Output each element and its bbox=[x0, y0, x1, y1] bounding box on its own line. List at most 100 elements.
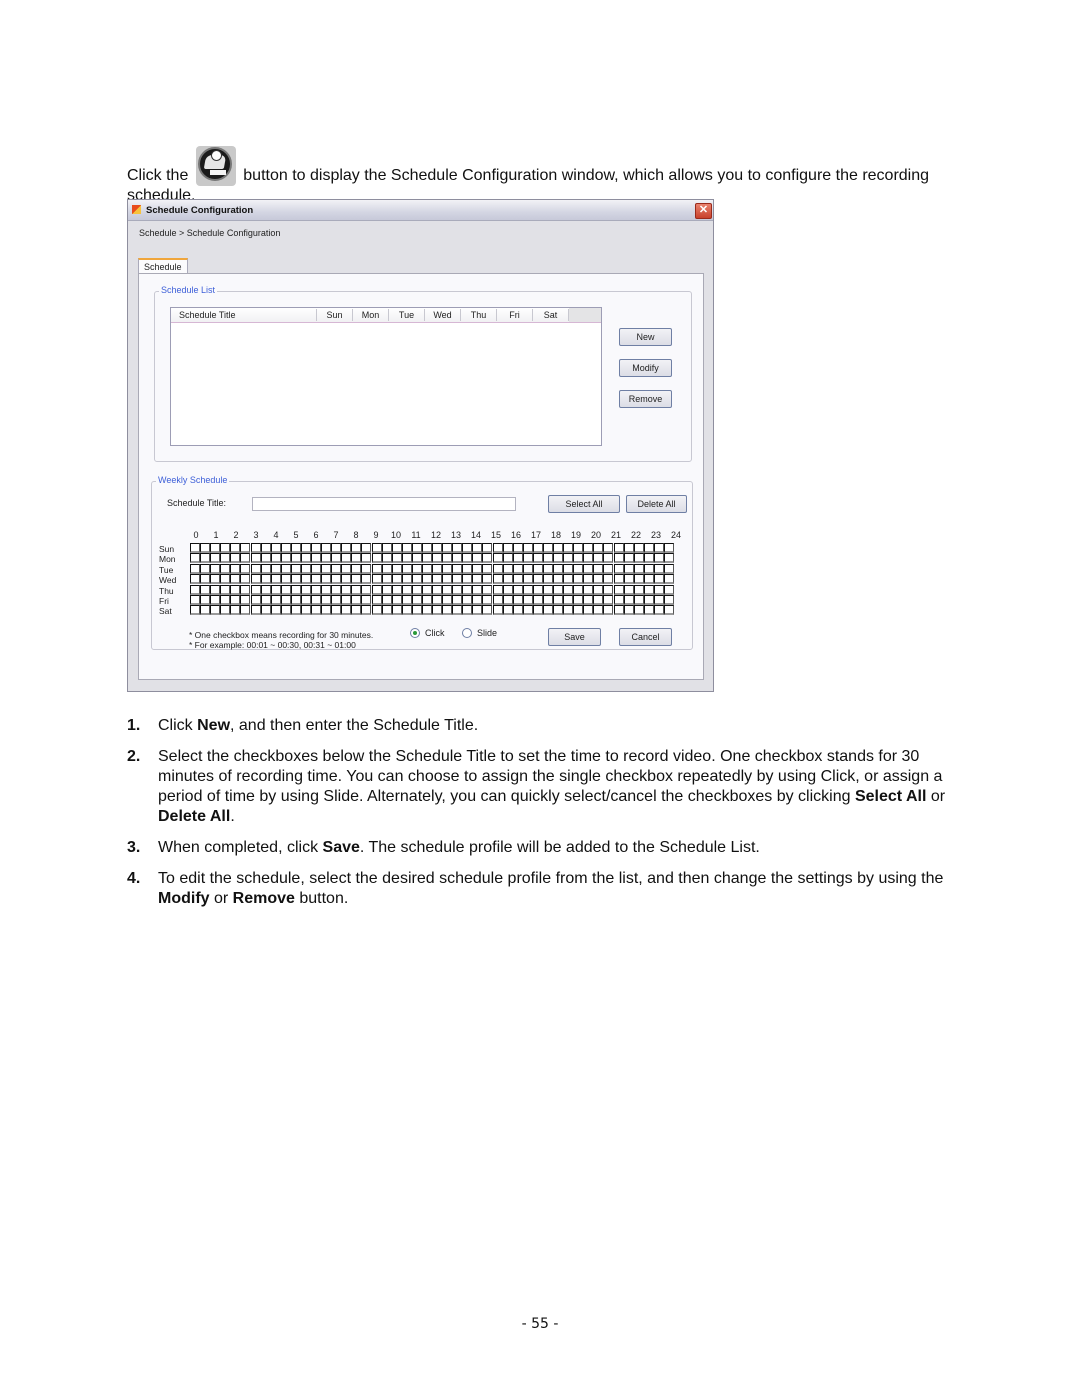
schedule-checkbox[interactable] bbox=[421, 584, 432, 595]
schedule-checkbox[interactable] bbox=[653, 605, 664, 616]
schedule-checkbox[interactable] bbox=[563, 543, 574, 553]
schedule-checkbox[interactable] bbox=[613, 605, 624, 616]
schedule-checkbox[interactable] bbox=[593, 553, 604, 564]
column-header-tue[interactable]: Tue bbox=[389, 309, 425, 321]
schedule-checkbox[interactable] bbox=[502, 584, 513, 595]
schedule-checkbox[interactable] bbox=[432, 543, 442, 553]
schedule-checkbox[interactable] bbox=[421, 595, 432, 605]
schedule-checkbox[interactable] bbox=[502, 595, 513, 605]
schedule-checkbox[interactable] bbox=[522, 605, 533, 616]
schedule-checkbox[interactable] bbox=[583, 563, 594, 574]
radio-slide[interactable]: Slide bbox=[462, 628, 497, 638]
schedule-checkbox[interactable] bbox=[300, 595, 311, 605]
schedule-checkbox[interactable] bbox=[442, 563, 453, 574]
schedule-checkbox[interactable] bbox=[482, 605, 493, 616]
schedule-checkbox[interactable] bbox=[411, 574, 422, 585]
schedule-checkbox[interactable] bbox=[663, 584, 674, 595]
schedule-checkbox[interactable] bbox=[280, 574, 291, 585]
schedule-checkbox[interactable] bbox=[522, 584, 533, 595]
schedule-checkbox[interactable] bbox=[653, 584, 664, 595]
schedule-checkbox[interactable] bbox=[462, 574, 473, 585]
schedule-checkbox[interactable] bbox=[361, 563, 372, 574]
schedule-checkbox[interactable] bbox=[653, 563, 664, 574]
schedule-checkbox[interactable] bbox=[613, 553, 624, 564]
schedule-checkbox[interactable] bbox=[472, 584, 483, 595]
schedule-checkbox[interactable] bbox=[361, 543, 372, 553]
schedule-checkbox[interactable] bbox=[401, 574, 412, 585]
schedule-checkbox[interactable] bbox=[220, 595, 231, 605]
schedule-checkbox[interactable] bbox=[512, 553, 523, 564]
schedule-checkbox[interactable] bbox=[230, 543, 241, 553]
schedule-checkbox[interactable] bbox=[573, 574, 584, 585]
schedule-checkbox[interactable] bbox=[401, 595, 412, 605]
schedule-checkbox[interactable] bbox=[381, 584, 392, 595]
schedule-checkbox[interactable] bbox=[522, 553, 533, 564]
schedule-checkbox[interactable] bbox=[300, 543, 311, 553]
tab-schedule[interactable]: Schedule bbox=[138, 258, 188, 274]
schedule-checkbox[interactable] bbox=[653, 574, 664, 585]
schedule-checkbox[interactable] bbox=[623, 574, 634, 585]
schedule-checkbox[interactable] bbox=[411, 584, 422, 595]
schedule-checkbox[interactable] bbox=[321, 605, 332, 616]
schedule-checkbox[interactable] bbox=[633, 595, 644, 605]
schedule-checkbox[interactable] bbox=[391, 605, 402, 616]
schedule-checkbox[interactable] bbox=[583, 605, 594, 616]
schedule-checkbox[interactable] bbox=[462, 605, 473, 616]
schedule-checkbox[interactable] bbox=[583, 595, 594, 605]
schedule-checkbox[interactable] bbox=[280, 543, 291, 553]
schedule-checkbox[interactable] bbox=[512, 595, 523, 605]
modify-button[interactable]: Modify bbox=[619, 359, 672, 377]
schedule-checkbox[interactable] bbox=[190, 605, 200, 616]
schedule-checkbox[interactable] bbox=[250, 584, 261, 595]
schedule-checkbox[interactable] bbox=[401, 553, 412, 564]
schedule-checkbox[interactable] bbox=[442, 605, 453, 616]
schedule-checkbox[interactable] bbox=[472, 605, 483, 616]
schedule-checkbox[interactable] bbox=[563, 595, 574, 605]
column-header-mon[interactable]: Mon bbox=[353, 309, 389, 321]
schedule-checkbox[interactable] bbox=[522, 574, 533, 585]
schedule-checkbox[interactable] bbox=[280, 553, 291, 564]
schedule-list-view[interactable]: Schedule Title Sun Mon Tue Wed Thu Fri S… bbox=[170, 307, 602, 446]
schedule-checkbox[interactable] bbox=[361, 574, 372, 585]
schedule-checkbox[interactable] bbox=[492, 574, 503, 585]
window-titlebar[interactable]: Schedule Configuration ✕ bbox=[128, 200, 713, 221]
schedule-checkbox[interactable] bbox=[452, 563, 463, 574]
schedule-checkbox[interactable] bbox=[623, 563, 634, 574]
schedule-checkbox[interactable] bbox=[351, 553, 362, 564]
column-header-sat[interactable]: Sat bbox=[533, 309, 569, 321]
schedule-checkbox[interactable] bbox=[280, 595, 291, 605]
schedule-checkbox[interactable] bbox=[603, 584, 614, 595]
schedule-checkbox[interactable] bbox=[593, 584, 604, 595]
schedule-checkbox[interactable] bbox=[361, 595, 372, 605]
schedule-checkbox[interactable] bbox=[200, 605, 211, 616]
column-header-wed[interactable]: Wed bbox=[425, 309, 461, 321]
schedule-checkbox[interactable] bbox=[613, 563, 624, 574]
schedule-checkbox[interactable] bbox=[270, 563, 281, 574]
schedule-checkbox[interactable] bbox=[240, 543, 251, 553]
schedule-checkbox[interactable] bbox=[250, 605, 261, 616]
schedule-checkbox[interactable] bbox=[663, 595, 674, 605]
schedule-checkbox[interactable] bbox=[663, 605, 674, 616]
schedule-checkbox[interactable] bbox=[663, 563, 674, 574]
schedule-checkbox[interactable] bbox=[240, 584, 251, 595]
schedule-checkbox[interactable] bbox=[452, 553, 463, 564]
schedule-checkbox[interactable] bbox=[452, 574, 463, 585]
schedule-checkbox[interactable] bbox=[210, 595, 221, 605]
column-header-fri[interactable]: Fri bbox=[497, 309, 533, 321]
schedule-checkbox[interactable] bbox=[381, 605, 392, 616]
schedule-checkbox[interactable] bbox=[250, 543, 261, 553]
schedule-checkbox[interactable] bbox=[290, 543, 301, 553]
schedule-checkbox[interactable] bbox=[190, 574, 200, 585]
schedule-checkbox[interactable] bbox=[371, 584, 382, 595]
schedule-checkbox[interactable] bbox=[542, 605, 553, 616]
schedule-checkbox[interactable] bbox=[341, 553, 352, 564]
schedule-checkbox[interactable] bbox=[603, 553, 614, 564]
schedule-checkbox[interactable] bbox=[280, 584, 291, 595]
schedule-checkbox[interactable] bbox=[190, 543, 200, 553]
schedule-checkbox[interactable] bbox=[643, 563, 654, 574]
schedule-checkbox[interactable] bbox=[603, 574, 614, 585]
schedule-checkbox[interactable] bbox=[643, 543, 654, 553]
schedule-checkbox[interactable] bbox=[522, 563, 533, 574]
schedule-checkbox[interactable] bbox=[613, 543, 624, 553]
schedule-checkbox[interactable] bbox=[341, 563, 352, 574]
